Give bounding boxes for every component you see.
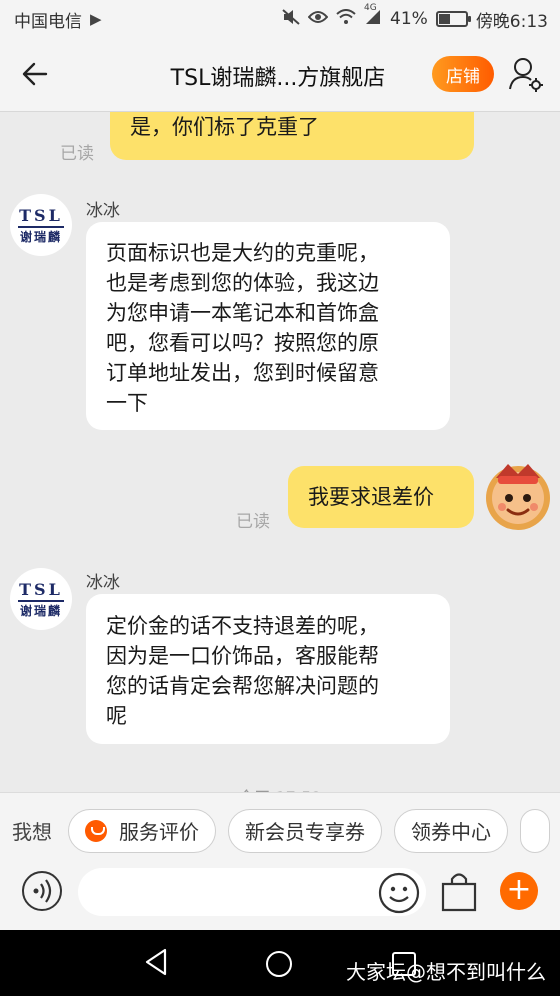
chip-more[interactable] — [520, 808, 550, 853]
chip-service-rating[interactable]: 服务评价 — [68, 808, 216, 853]
message-line: 您的话肯定会帮您解决问题的 — [106, 674, 379, 698]
mute-icon — [282, 9, 300, 29]
message-input[interactable] — [78, 868, 426, 916]
system-nav-bar: 大家坛@想不到叫什么 — [0, 930, 560, 996]
cartoon-avatar-icon — [486, 464, 550, 530]
triangle-back-icon — [145, 948, 167, 976]
page-title: TSL谢瑞麟...方旗舰店 — [170, 66, 386, 91]
message-line: 页面标识也是大约的克重呢， — [106, 241, 379, 265]
wifi-icon — [336, 9, 356, 29]
nav-home-button[interactable] — [266, 951, 292, 977]
battery-icon — [435, 11, 471, 27]
emoji-button[interactable] — [378, 872, 420, 914]
message-line: 订单地址发出，您到时候留意 — [106, 361, 379, 385]
chat-header: TSL谢瑞麟...方旗舰店 店铺 — [0, 38, 560, 112]
network-badge: 4G — [364, 3, 377, 13]
message-line: 定价金的话不支持退差的呢， — [106, 614, 379, 638]
plus-icon: + — [506, 872, 532, 907]
sender-name: 冰冰 — [86, 573, 120, 593]
carrier-name: 中国电信 — [14, 11, 82, 32]
chip-new-member-coupon[interactable]: 新会员专享券 — [228, 808, 382, 853]
read-receipt: 已读 — [236, 512, 270, 532]
my-avatar[interactable] — [482, 460, 554, 532]
sender-name: 冰冰 — [86, 201, 120, 221]
voice-button[interactable] — [22, 871, 62, 911]
product-button[interactable] — [440, 870, 478, 912]
notification-app-icon: ▶ — [90, 10, 102, 28]
smiley-icon — [378, 872, 420, 914]
message-line: 呢 — [106, 704, 127, 728]
battery-percent: 41% — [390, 9, 428, 29]
avatar-logo-text: TSL — [19, 205, 63, 225]
their-message-bubble[interactable]: 页面标识也是大约的克重呢， 也是考虑到您的体验，我这边 为您申请一本笔记本和首饰… — [86, 222, 450, 430]
message-line: 一下 — [106, 391, 148, 415]
time-separator: 今天 17:52 — [0, 784, 560, 792]
chip-label: 新会员专享券 — [245, 820, 365, 844]
quick-reply-bar: 我想 服务评价 新会员专享券 领券中心 — [0, 792, 560, 868]
chip-coupon-center[interactable]: 领券中心 — [394, 808, 508, 853]
nav-back-button[interactable] — [144, 948, 168, 980]
message-line: 我要求退差价 — [308, 485, 434, 509]
avatar-brand-text: 谢瑞麟 — [19, 603, 62, 618]
more-actions-button[interactable]: + — [500, 872, 538, 910]
back-button[interactable] — [18, 56, 54, 92]
voice-icon — [33, 879, 52, 903]
my-message-bubble[interactable]: 是，你们标了克重了 — [110, 112, 474, 160]
chat-area[interactable]: 是，你们标了克重了 已读 TSL 谢瑞麟 冰冰 页面标识也是大约的克重呢， 也是… — [0, 112, 560, 792]
shop-button[interactable]: 店铺 — [432, 56, 494, 92]
avatar-brand-text: 谢瑞麟 — [19, 229, 62, 244]
message-line: 因为是一口价饰品，客服能帮 — [106, 644, 379, 668]
status-bar: 中国电信 ▶ 4G 41% 傍晚6:13 — [0, 0, 560, 38]
their-message-bubble[interactable]: 定价金的话不支持退差的呢， 因为是一口价饰品，客服能帮 您的话肯定会帮您解决问题… — [86, 594, 450, 744]
eye-icon — [307, 10, 329, 28]
shop-avatar[interactable]: TSL 谢瑞麟 — [10, 568, 72, 630]
smile-badge-icon — [85, 819, 107, 842]
signal-icon: 4G — [364, 3, 382, 29]
message-line: 是，你们标了克重了 — [130, 115, 319, 139]
user-gear-icon — [509, 58, 543, 92]
shop-avatar[interactable]: TSL 谢瑞麟 — [10, 194, 72, 256]
message-line: 也是考虑到您的体验，我这边 — [106, 271, 379, 295]
chip-label: 服务评价 — [119, 820, 199, 844]
watermark: 大家坛@想不到叫什么 — [346, 960, 546, 984]
shopping-bag-icon — [441, 873, 477, 912]
my-message-bubble[interactable]: 我要求退差价 — [288, 466, 474, 528]
avatar-logo-text: TSL — [19, 579, 63, 599]
arrow-left-icon — [22, 62, 48, 86]
message-line: 吧，您看可以吗？按照您的原 — [106, 331, 379, 355]
quick-reply-label: 我想 — [12, 820, 52, 844]
chip-label: 领券中心 — [411, 820, 491, 844]
user-settings-button[interactable] — [506, 55, 546, 95]
input-bar: + — [0, 868, 560, 930]
clock: 傍晚6:13 — [475, 11, 548, 32]
read-receipt: 已读 — [60, 144, 94, 164]
message-line: 为您申请一本笔记本和首饰盒 — [106, 301, 379, 325]
